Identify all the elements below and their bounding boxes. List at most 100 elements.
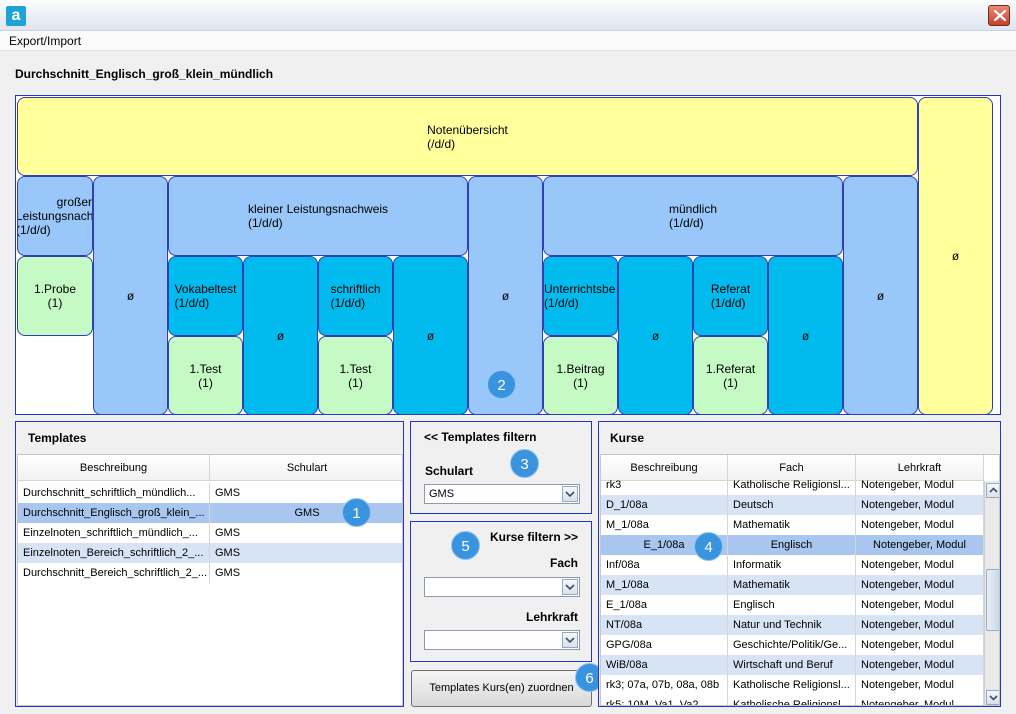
node-label: großer Leistungsnachweis <box>17 195 93 223</box>
node-grosser-leistungsnachweis[interactable]: großer Leistungsnachweis (1/d/d) <box>17 176 93 256</box>
node-kleiner-leistungsnachweis[interactable]: kleiner Leistungsnachweis (1/d/d) <box>168 176 468 256</box>
cell-lehrkraft: Notengeber, Modul <box>856 515 984 535</box>
table-row[interactable]: E_1/08a Englisch Notengeber, Modul <box>601 595 984 615</box>
schulart-label: Schulart <box>425 464 474 478</box>
cell-beschreibung: E_1/08a <box>601 595 728 615</box>
kurse-section: Kurse Beschreibung Fach Lehrkraft rk3 Kat… <box>598 421 1001 707</box>
table-row[interactable]: rk5; 10M, Va1, Va2 Katholische Religionsl… <box>601 695 984 705</box>
cell-beschreibung: WiB/08a <box>601 655 728 675</box>
table-row[interactable]: M_1/08a Mathematik Notengeber, Modul <box>601 515 984 535</box>
column-header-beschreibung[interactable]: Beschreibung <box>18 455 210 481</box>
table-row[interactable]: NT/08a Natur und Technik Notengeber, Modul <box>601 615 984 635</box>
node-sub: (1) <box>348 375 363 390</box>
cell-lehrkraft: Notengeber, Modul <box>856 695 984 705</box>
node-sub: (1/d/d) <box>710 296 746 310</box>
cell-schulart: GMS <box>294 507 320 519</box>
templates-filter-section: << Templates filtern Schulart GMS <box>410 421 592 514</box>
cell-fach: Informatik <box>728 555 856 575</box>
menu-export-import[interactable]: Export/Import <box>9 34 81 48</box>
average-symbol: ø <box>426 328 435 343</box>
chevron-down-icon[interactable] <box>562 632 578 648</box>
node-referat-average[interactable]: ø <box>768 256 843 415</box>
table-row[interactable]: rk3; 07a, 07b, 08a, 08b Katholische Relig… <box>601 675 984 695</box>
menu-bar: Export/Import <box>0 31 1016 51</box>
table-row[interactable]: Durchschnitt_Bereich_schriftlich_2_... G… <box>18 563 402 583</box>
node-notenuebersicht[interactable]: Notenübersicht (/d/d) <box>17 97 918 176</box>
kurse-scrollbar[interactable] <box>984 481 999 705</box>
node-gross-average[interactable]: ø <box>93 176 168 415</box>
cell-fach: Geschichte/Politik/Ge... <box>728 635 856 655</box>
cell-fach: Katholische Religionsl... <box>728 675 856 695</box>
node-muendlich-average[interactable]: ø <box>843 176 918 415</box>
scroll-thumb[interactable] <box>986 569 999 631</box>
table-row[interactable]: rk3 Katholische Religionsl... Notengeber, … <box>601 475 984 495</box>
cell-lehrkraft: Notengeber, Modul <box>856 475 984 495</box>
chevron-down-icon[interactable] <box>562 579 578 595</box>
cell-schulart: GMS <box>215 567 241 579</box>
scroll-up-button[interactable] <box>986 483 999 498</box>
node-muendlich[interactable]: mündlich (1/d/d) <box>543 176 843 256</box>
table-row[interactable]: Einzelnoten_schriftlich_mündlich_... GMS <box>18 523 402 543</box>
select-value: GMS <box>429 488 455 500</box>
node-beitrag-1[interactable]: 1.Beitrag (1) <box>543 336 618 415</box>
cell-fach: Katholische Religionsl... <box>728 695 856 705</box>
node-schriftlich-test-1[interactable]: 1.Test (1) <box>318 336 393 415</box>
node-label: 1.Referat <box>705 361 756 376</box>
node-sub: (1/d/d) <box>330 296 366 310</box>
cell-fach: Deutsch <box>728 495 856 515</box>
lehrkraft-select[interactable] <box>424 630 580 650</box>
kurse-filter-section: Kurse filtern >> Fach Lehrkraft <box>410 521 592 662</box>
kurse-filter-title[interactable]: Kurse filtern >> <box>490 530 578 544</box>
node-label: Referat <box>710 282 751 296</box>
cell-lehrkraft: Notengeber, Modul <box>856 635 984 655</box>
cell-beschreibung: Durchschnitt_schriftlich_mündlich... <box>18 483 210 503</box>
cell-lehrkraft: Notengeber, Modul <box>856 535 984 555</box>
node-sub: (1/d/d) <box>668 216 704 230</box>
node-schriftlich[interactable]: schriftlich (1/d/d) <box>318 256 393 336</box>
table-header: Beschreibung Schulart <box>18 455 402 481</box>
node-sub: (1/d/d) <box>247 216 283 230</box>
templates-filter-title[interactable]: << Templates filtern <box>424 430 536 444</box>
node-vokabeltest-average[interactable]: ø <box>243 256 318 415</box>
kurse-title: Kurse <box>610 431 645 445</box>
node-vokabeltest[interactable]: Vokabeltest (1/d/d) <box>168 256 243 336</box>
node-sub: (1) <box>198 375 213 390</box>
cell-lehrkraft: Notengeber, Modul <box>856 495 984 515</box>
node-root-average[interactable]: ø <box>918 97 993 415</box>
node-vokabeltest-test-1[interactable]: 1.Test (1) <box>168 336 243 415</box>
column-header-schulart[interactable]: Schulart <box>210 455 402 481</box>
node-referat-1[interactable]: 1.Referat (1) <box>693 336 768 415</box>
table-row[interactable]: WiB/08a Wirtschaft und Beruf Notengeber, M… <box>601 655 984 675</box>
table-row[interactable]: Einzelnoten_Bereich_schriftlich_2_... GM… <box>18 543 402 563</box>
grade-structure-panel: Notenübersicht (/d/d) ø großer Leistungs… <box>15 95 1001 415</box>
cell-lehrkraft: Notengeber, Modul <box>856 655 984 675</box>
cell-beschreibung: Einzelnoten_Bereich_schriftlich_2_... <box>18 543 210 563</box>
close-icon <box>994 10 1006 21</box>
step-badge-4: 4 <box>694 532 723 561</box>
scroll-down-button[interactable] <box>986 690 999 705</box>
fach-select[interactable] <box>424 577 580 597</box>
node-sub: (1/d/d) <box>17 223 51 237</box>
table-row[interactable]: D_1/08a Deutsch Notengeber, Modul <box>601 495 984 515</box>
node-unterricht-average[interactable]: ø <box>618 256 693 415</box>
node-label: 1.Test <box>339 361 372 376</box>
node-schriftlich-average[interactable]: ø <box>393 256 468 415</box>
table-row[interactable]: GPG/08a Geschichte/Politik/Ge... Notengebe… <box>601 635 984 655</box>
table-row[interactable]: M_1/08a Mathematik Notengeber, Modul <box>601 575 984 595</box>
kurse-table: Beschreibung Fach Lehrkraft rk3 Katholisc… <box>600 454 1000 706</box>
node-label: schriftlich <box>330 282 381 296</box>
table-row[interactable]: Inf/08a Informatik Notengeber, Modul <box>601 555 984 575</box>
table-row[interactable]: Durchschnitt_schriftlich_mündlich... GMS <box>18 483 402 503</box>
node-probe-1[interactable]: 1.Probe (1) <box>17 256 93 336</box>
chevron-down-icon[interactable] <box>562 486 578 502</box>
close-button[interactable] <box>988 5 1010 26</box>
node-referat[interactable]: Referat (1/d/d) <box>693 256 768 336</box>
schulart-select[interactable]: GMS <box>424 484 580 504</box>
cell-fach: Mathematik <box>728 515 856 535</box>
node-label: kleiner Leistungsnachweis <box>247 202 389 216</box>
table-row-selected[interactable]: E_1/08a Englisch Notengeber, Modul <box>601 535 984 555</box>
lehrkraft-label: Lehrkraft <box>525 610 578 624</box>
assign-templates-button[interactable]: Templates Kurs(en) zuordnen <box>411 670 592 707</box>
node-unterrichtsbeitrag[interactable]: Unterrichtsbe (1/d/d) <box>543 256 618 336</box>
cell-beschreibung: Durchschnitt_Bereich_schriftlich_2_... <box>18 563 210 583</box>
